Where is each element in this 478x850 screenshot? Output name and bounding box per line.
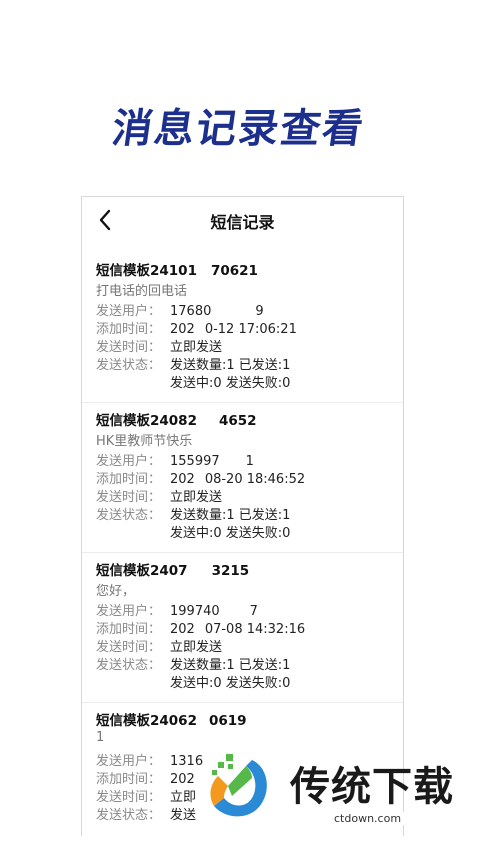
record-card[interactable]: 短信模板24082 4652 HK里教师节快乐 发送用户： 155997 1 添加时间… (82, 403, 403, 553)
send-time-row: 发送时间： 立即发送 (96, 640, 223, 655)
watermark-url: ctdown.com (330, 812, 406, 825)
record-content: 您好， (96, 584, 136, 599)
send-user-row: 发送用户： 17680 9 (96, 304, 264, 319)
send-time-row: 发送时间： 立即发送 (96, 490, 223, 505)
record-title: 短信模板24082 4652 (96, 413, 257, 429)
record-title: 短信模板24101 70621 (96, 263, 258, 279)
phone-screen: 短信记录 短信模板24101 70621 打电话的回电话 发送用户： 17680 9 … (81, 196, 404, 836)
record-content: 打电话的回电话 (96, 284, 188, 299)
record-content: 1 (96, 730, 105, 745)
send-status-row: 发送状态： 发送数量:1 已发送:1 发送中:0 发送失败:0 (96, 358, 291, 391)
send-time-row: 发送时间： 立即发送 (96, 340, 223, 355)
send-status-row: 发送状态： 发送数量:1 已发送:1 发送中:0 发送失败:0 (96, 658, 291, 691)
record-content: HK里教师节快乐 (96, 434, 193, 449)
record-title: 短信模板24062 0619 (96, 713, 247, 729)
ctdown-logo-icon (210, 754, 267, 817)
added-time-row: 添加时间： 202 08-20 18:46:52 (96, 472, 306, 487)
watermark-name: 传统下载 (290, 764, 454, 810)
added-time-row: 添加时间： 202 0-12 17:06:21 (96, 322, 297, 337)
nav-bar: 短信记录 (82, 197, 403, 243)
send-user-row: 发送用户： 155997 1 (96, 454, 254, 469)
hero-title: 消息记录查看 (109, 106, 368, 152)
record-card[interactable]: 短信模板24101 70621 打电话的回电话 发送用户： 17680 9 添加时间：… (82, 253, 403, 403)
added-time-row: 添加时间： 202 07-08 14:32:16 (96, 622, 306, 637)
record-card[interactable]: 短信模板2407 3215 您好， 发送用户： 199740 7 添加时间： 202 07… (82, 553, 403, 703)
page-title: 短信记录 (210, 213, 275, 232)
watermark: 传统下载 ctdown.com (206, 748, 454, 828)
send-user-row: 发送用户： 199740 7 (96, 604, 258, 619)
record-title: 短信模板2407 3215 (96, 563, 250, 579)
send-status-row: 发送状态： 发送数量:1 已发送:1 发送中:0 发送失败:0 (96, 508, 291, 541)
